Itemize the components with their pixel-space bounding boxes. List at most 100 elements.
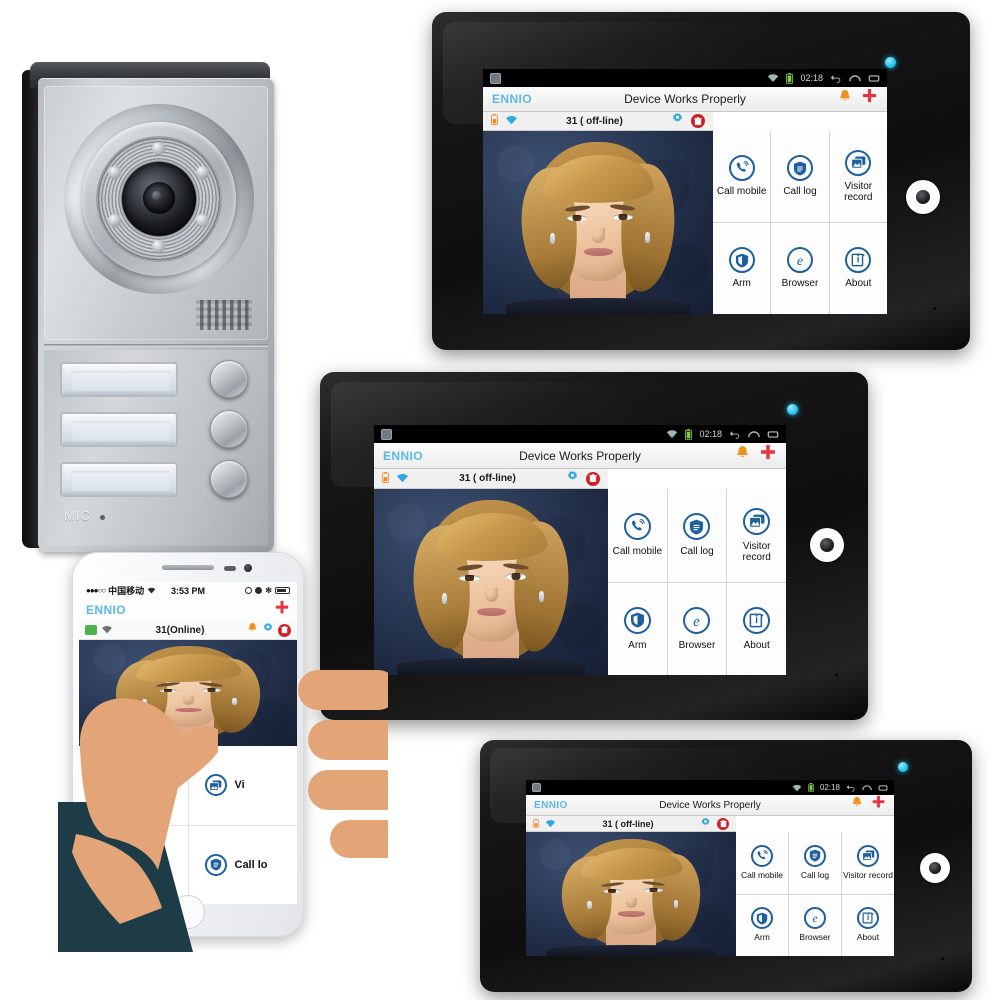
app-header: ENNIO Device Works Properly xyxy=(483,87,887,112)
app-button-label: Call mobile xyxy=(716,186,767,198)
plus-icon[interactable] xyxy=(861,88,878,110)
finger-4 xyxy=(330,820,388,858)
earpiece-speaker xyxy=(162,565,214,570)
app-button-about[interactable]: About xyxy=(842,894,894,956)
app-button-label: Arm xyxy=(732,278,751,290)
trash-icon[interactable] xyxy=(278,623,291,637)
wifi-icon xyxy=(666,429,678,439)
app-button-visitor-record[interactable]: Visitor record xyxy=(842,832,894,894)
app-button-call-mobile[interactable]: Call mobile xyxy=(736,832,788,894)
bell-icon[interactable] xyxy=(851,796,863,814)
browser-icon: e xyxy=(786,247,813,274)
app-button-call-log[interactable]: Call log xyxy=(667,489,727,582)
monitor-middle: 02:18 ENNIO Device Works Properly 31 (o… xyxy=(320,372,868,720)
phone-app-brand: ENNIO xyxy=(86,603,127,617)
video-feed[interactable] xyxy=(483,131,713,314)
gear-icon[interactable] xyxy=(671,112,684,130)
monitor-side-button[interactable] xyxy=(920,853,950,883)
visitor-portrait xyxy=(374,489,608,675)
app-button-browser[interactable]: e Browser xyxy=(667,582,727,675)
finger-3 xyxy=(308,770,388,810)
app-button-browser[interactable]: e Browser xyxy=(789,894,841,956)
android-clock: 02:18 xyxy=(819,783,840,792)
app-button-arm[interactable]: Arm xyxy=(736,894,788,956)
call-button-row xyxy=(60,360,256,400)
plus-icon[interactable] xyxy=(871,795,886,815)
screenshot-icon xyxy=(490,72,501,84)
call-button[interactable] xyxy=(210,460,248,498)
app-button-call-mobile[interactable]: Call mobile xyxy=(713,131,771,222)
gear-icon[interactable] xyxy=(262,621,274,639)
call-button[interactable] xyxy=(210,410,248,448)
gear-icon[interactable] xyxy=(566,470,579,488)
trash-icon[interactable] xyxy=(717,817,729,830)
app-button-visitor-record[interactable]: Visitor record xyxy=(727,489,786,582)
app-button-about[interactable]: About xyxy=(727,582,786,675)
app-button-call-mobile[interactable]: Call mobile xyxy=(608,489,667,582)
wifi-icon xyxy=(545,815,556,833)
svg-text:e: e xyxy=(812,914,817,926)
phone-device-row[interactable]: 31(Online) xyxy=(79,621,297,640)
outdoor-door-station: MIC xyxy=(22,62,278,552)
app-button-label: About xyxy=(743,639,770,651)
video-feed[interactable] xyxy=(374,489,608,675)
phone-video-feed[interactable] xyxy=(79,640,297,746)
plus-icon[interactable] xyxy=(274,600,290,621)
app-button-arm[interactable]: Arm xyxy=(608,582,667,675)
back-icon[interactable] xyxy=(729,430,741,439)
app-button-arm[interactable]: Arm xyxy=(713,223,771,314)
home-button[interactable] xyxy=(171,895,205,929)
home-icon[interactable] xyxy=(849,74,861,83)
nameplate-slot xyxy=(60,462,178,497)
recents-icon[interactable] xyxy=(868,74,880,83)
app-button-browser[interactable]: e Browser xyxy=(771,223,829,314)
recents-icon[interactable] xyxy=(878,784,888,792)
phone-button-call-log[interactable]: Call lo xyxy=(188,825,297,904)
app-button-about[interactable]: About xyxy=(829,223,887,314)
arm-shield-icon xyxy=(751,907,773,930)
video-feed[interactable] xyxy=(526,832,736,956)
app-button-label: Call mobile xyxy=(612,546,663,558)
monitor-side-button[interactable] xyxy=(810,528,844,562)
browser-icon: e xyxy=(683,606,711,634)
monitor-middle-screen: 02:18 ENNIO Device Works Properly 31 (o… xyxy=(374,425,786,675)
browser-icon: e xyxy=(804,907,826,930)
bell-icon[interactable] xyxy=(247,621,258,639)
bell-icon[interactable] xyxy=(735,445,750,466)
signal-dots: ●●●○○ xyxy=(86,586,106,595)
wifi-icon xyxy=(396,470,409,488)
call-button[interactable] xyxy=(210,360,248,398)
app-button-call-log[interactable]: Call log xyxy=(771,131,829,222)
plus-icon[interactable] xyxy=(759,444,777,467)
device-row[interactable]: 31 ( off-line) xyxy=(526,816,736,832)
trash-icon[interactable] xyxy=(691,114,705,128)
monitor-side-button[interactable] xyxy=(906,180,940,214)
visitor-record-icon xyxy=(845,149,872,176)
call-log-icon xyxy=(786,155,813,182)
recents-icon[interactable] xyxy=(767,430,779,439)
back-icon[interactable] xyxy=(846,784,856,792)
phone-button-about[interactable]: About xyxy=(79,825,188,904)
about-icon xyxy=(845,247,872,274)
app-button-label: Arm xyxy=(628,639,647,651)
back-icon[interactable] xyxy=(830,74,842,83)
phone-button-grid: Device Vi About Call lo xyxy=(79,746,297,904)
device-row[interactable]: 31 ( off-line) xyxy=(374,469,608,489)
gear-icon[interactable] xyxy=(700,815,711,833)
app-button-visitor-record[interactable]: Visitor record xyxy=(829,131,887,222)
screenshot-icon xyxy=(381,428,392,440)
proximity-sensor-icon xyxy=(224,566,236,571)
bell-icon[interactable] xyxy=(838,89,852,109)
phone-button-label: Device xyxy=(125,779,161,792)
phone-button-visitor-record[interactable]: Vi xyxy=(188,746,297,825)
device-row[interactable]: 31 ( off-line) xyxy=(483,112,713,131)
about-icon xyxy=(95,853,117,876)
app-button-call-log[interactable]: Call log xyxy=(789,832,841,894)
home-icon[interactable] xyxy=(862,784,872,792)
finger-2 xyxy=(308,720,388,760)
wifi-icon xyxy=(767,73,779,83)
arm-shield-icon xyxy=(728,247,755,274)
home-icon[interactable] xyxy=(748,430,760,439)
phone-button-device[interactable]: Device xyxy=(79,746,188,825)
trash-icon[interactable] xyxy=(586,471,600,486)
